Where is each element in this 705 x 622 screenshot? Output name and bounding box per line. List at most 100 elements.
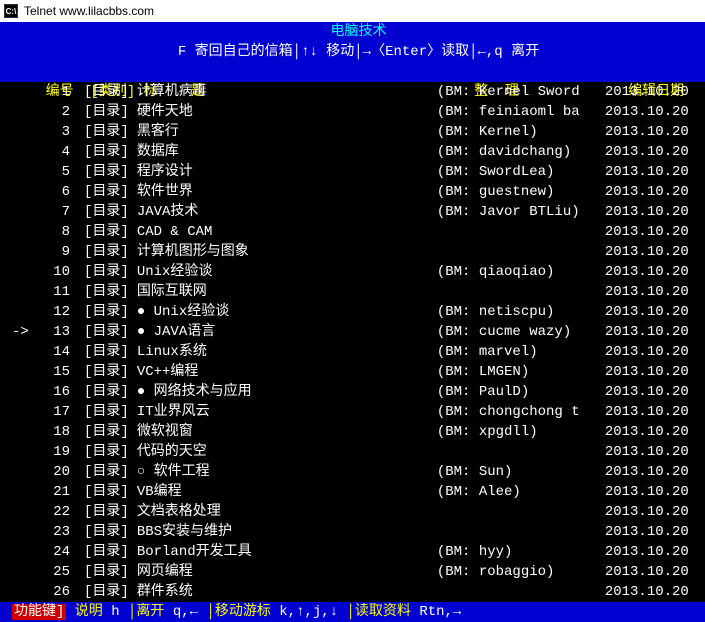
footer-quit-key[interactable]: q,← — [173, 604, 198, 620]
list-item[interactable]: 16 [目录] ● 网络技术与应用(BM: PaulD)2013.10.20 — [0, 382, 705, 402]
row-moderator: (BM: cucme wazy) — [437, 322, 605, 342]
row-date: 2013.10.20 — [605, 362, 689, 382]
row-date: 2013.10.20 — [605, 522, 689, 542]
row-category: [目录] — [84, 482, 129, 502]
list-item[interactable]: 11 [目录] 国际互联网2013.10.20 — [0, 282, 705, 302]
row-number: 20 — [36, 462, 70, 482]
pointer-icon — [12, 382, 36, 402]
row-topic: 程序设计 — [137, 162, 437, 182]
row-date: 2013.10.20 — [605, 342, 689, 362]
row-moderator — [437, 242, 605, 262]
list-item[interactable]: 22 [目录] 文档表格处理2013.10.20 — [0, 502, 705, 522]
row-moderator: (BM: davidchang) — [437, 142, 605, 162]
list-item[interactable]: 6 [目录] 软件世界(BM: guestnew)2013.10.20 — [0, 182, 705, 202]
window-title-bar: C:\ Telnet www.lilacbbs.com — [0, 0, 705, 22]
row-category: [目录] — [84, 282, 129, 302]
row-date: 2013.10.20 — [605, 442, 689, 462]
row-date: 2013.10.20 — [605, 242, 689, 262]
list-item[interactable]: 9 [目录] 计算机图形与图象2013.10.20 — [0, 242, 705, 262]
pointer-icon — [12, 542, 36, 562]
list-item[interactable]: 18 [目录] 微软视窗(BM: xpgdll)2013.10.20 — [0, 422, 705, 442]
row-topic: ○ 软件工程 — [137, 462, 437, 482]
row-moderator: (BM: LMGEN) — [437, 362, 605, 382]
pointer-icon — [12, 182, 36, 202]
pointer-icon — [12, 222, 36, 242]
row-date: 2013.10.20 — [605, 502, 689, 522]
list-item[interactable]: 10 [目录] Unix经验谈(BM: qiaoqiao)2013.10.20 — [0, 262, 705, 282]
row-number: 9 — [36, 242, 70, 262]
row-moderator: (BM: marvel) — [437, 342, 605, 362]
list-item[interactable]: 15 [目录] VC++编程(BM: LMGEN)2013.10.20 — [0, 362, 705, 382]
pointer-icon — [12, 142, 36, 162]
row-category: [目录] — [84, 242, 129, 262]
row-date: 2013.10.20 — [605, 562, 689, 582]
list-item[interactable]: 5 [目录] 程序设计(BM: SwordLea)2013.10.20 — [0, 162, 705, 182]
row-date: 2013.10.20 — [605, 302, 689, 322]
list-item[interactable]: 21 [目录] VB编程(BM: Alee)2013.10.20 — [0, 482, 705, 502]
row-number: 3 — [36, 122, 70, 142]
list-item[interactable]: 12 [目录] ● Unix经验谈(BM: netiscpu)2013.10.2… — [0, 302, 705, 322]
terminal[interactable]: 电脑技术 F 寄回自己的信箱│↑↓ 移动│→〈Enter〉读取│←,q 离开 编… — [0, 22, 705, 622]
row-topic: ● JAVA语言 — [137, 322, 437, 342]
pointer-icon — [12, 102, 36, 122]
row-number: 17 — [36, 402, 70, 422]
footer-move-key[interactable]: k,↑,j,↓ — [279, 604, 338, 620]
row-moderator: (BM: xpgdll) — [437, 422, 605, 442]
pointer-icon — [12, 342, 36, 362]
row-moderator: (BM: netiscpu) — [437, 302, 605, 322]
row-topic: CAD & CAM — [137, 222, 437, 242]
row-moderator: (BM: Kernel Sword — [437, 82, 605, 102]
footer-help-key[interactable]: h — [111, 604, 119, 620]
list-item[interactable]: 24 [目录] Borland开发工具(BM: hyy)2013.10.20 — [0, 542, 705, 562]
row-topic: Unix经验谈 — [137, 262, 437, 282]
row-topic: 代码的天空 — [137, 442, 437, 462]
row-date: 2013.10.20 — [605, 482, 689, 502]
row-date: 2013.10.20 — [605, 222, 689, 242]
board-title: 电脑技术 — [0, 22, 705, 42]
column-headers: 编号 [类别] 标 题 整 理 编辑日期 — [0, 62, 705, 82]
row-moderator: (BM: robaggio) — [437, 562, 605, 582]
row-category: [目录] — [84, 302, 129, 322]
row-date: 2013.10.20 — [605, 102, 689, 122]
row-category: [目录] — [84, 142, 129, 162]
row-date: 2013.10.20 — [605, 282, 689, 302]
window-title: Telnet www.lilacbbs.com — [24, 4, 154, 18]
row-date: 2013.10.20 — [605, 82, 689, 102]
pointer-icon — [12, 82, 36, 102]
row-date: 2013.10.20 — [605, 422, 689, 442]
list-item[interactable]: 4 [目录] 数据库(BM: davidchang)2013.10.20 — [0, 142, 705, 162]
list-item[interactable]: 19 [目录] 代码的天空2013.10.20 — [0, 442, 705, 462]
row-date: 2013.10.20 — [605, 582, 689, 602]
row-topic: 群件系统 — [137, 582, 437, 602]
row-category: [目录] — [84, 362, 129, 382]
list-item[interactable]: 25 [目录] 网页编程(BM: robaggio)2013.10.20 — [0, 562, 705, 582]
row-topic: 黑客行 — [137, 122, 437, 142]
row-number: 2 — [36, 102, 70, 122]
row-topic: ● Unix经验谈 — [137, 302, 437, 322]
row-number: 11 — [36, 282, 70, 302]
list-item[interactable]: ->13 [目录] ● JAVA语言(BM: cucme wazy)2013.1… — [0, 322, 705, 342]
list-item[interactable]: 2 [目录] 硬件天地(BM: feiniaoml ba2013.10.20 — [0, 102, 705, 122]
row-category: [目录] — [84, 162, 129, 182]
row-number: 13 — [36, 322, 70, 342]
list-item[interactable]: 7 [目录] JAVA技术(BM: Javor BTLiu)2013.10.20 — [0, 202, 705, 222]
pointer-icon — [12, 462, 36, 482]
list-item[interactable]: 20 [目录] ○ 软件工程(BM: Sun)2013.10.20 — [0, 462, 705, 482]
row-category: [目录] — [84, 122, 129, 142]
row-category: [目录] — [84, 422, 129, 442]
row-moderator — [437, 522, 605, 542]
list-item[interactable]: 14 [目录] Linux系统(BM: marvel)2013.10.20 — [0, 342, 705, 362]
footer-read-key[interactable]: Rtn,→ — [419, 604, 461, 620]
list-item[interactable]: 26 [目录] 群件系统2013.10.20 — [0, 582, 705, 602]
pointer-icon — [12, 202, 36, 222]
list-item[interactable]: 23 [目录] BBS安装与维护2013.10.20 — [0, 522, 705, 542]
row-topic: 数据库 — [137, 142, 437, 162]
list-item[interactable]: 17 [目录] IT业界风云(BM: chongchong t2013.10.2… — [0, 402, 705, 422]
pointer-icon — [12, 582, 36, 602]
row-category: [目录] — [84, 382, 129, 402]
list-item[interactable]: 8 [目录] CAD & CAM2013.10.20 — [0, 222, 705, 242]
list-item[interactable]: 1 [目录] 计算机病毒(BM: Kernel Sword2013.10.20 — [0, 82, 705, 102]
list-item[interactable]: 3 [目录] 黑客行(BM: Kernel)2013.10.20 — [0, 122, 705, 142]
row-moderator: (BM: PaulD) — [437, 382, 605, 402]
row-topic: 网页编程 — [137, 562, 437, 582]
